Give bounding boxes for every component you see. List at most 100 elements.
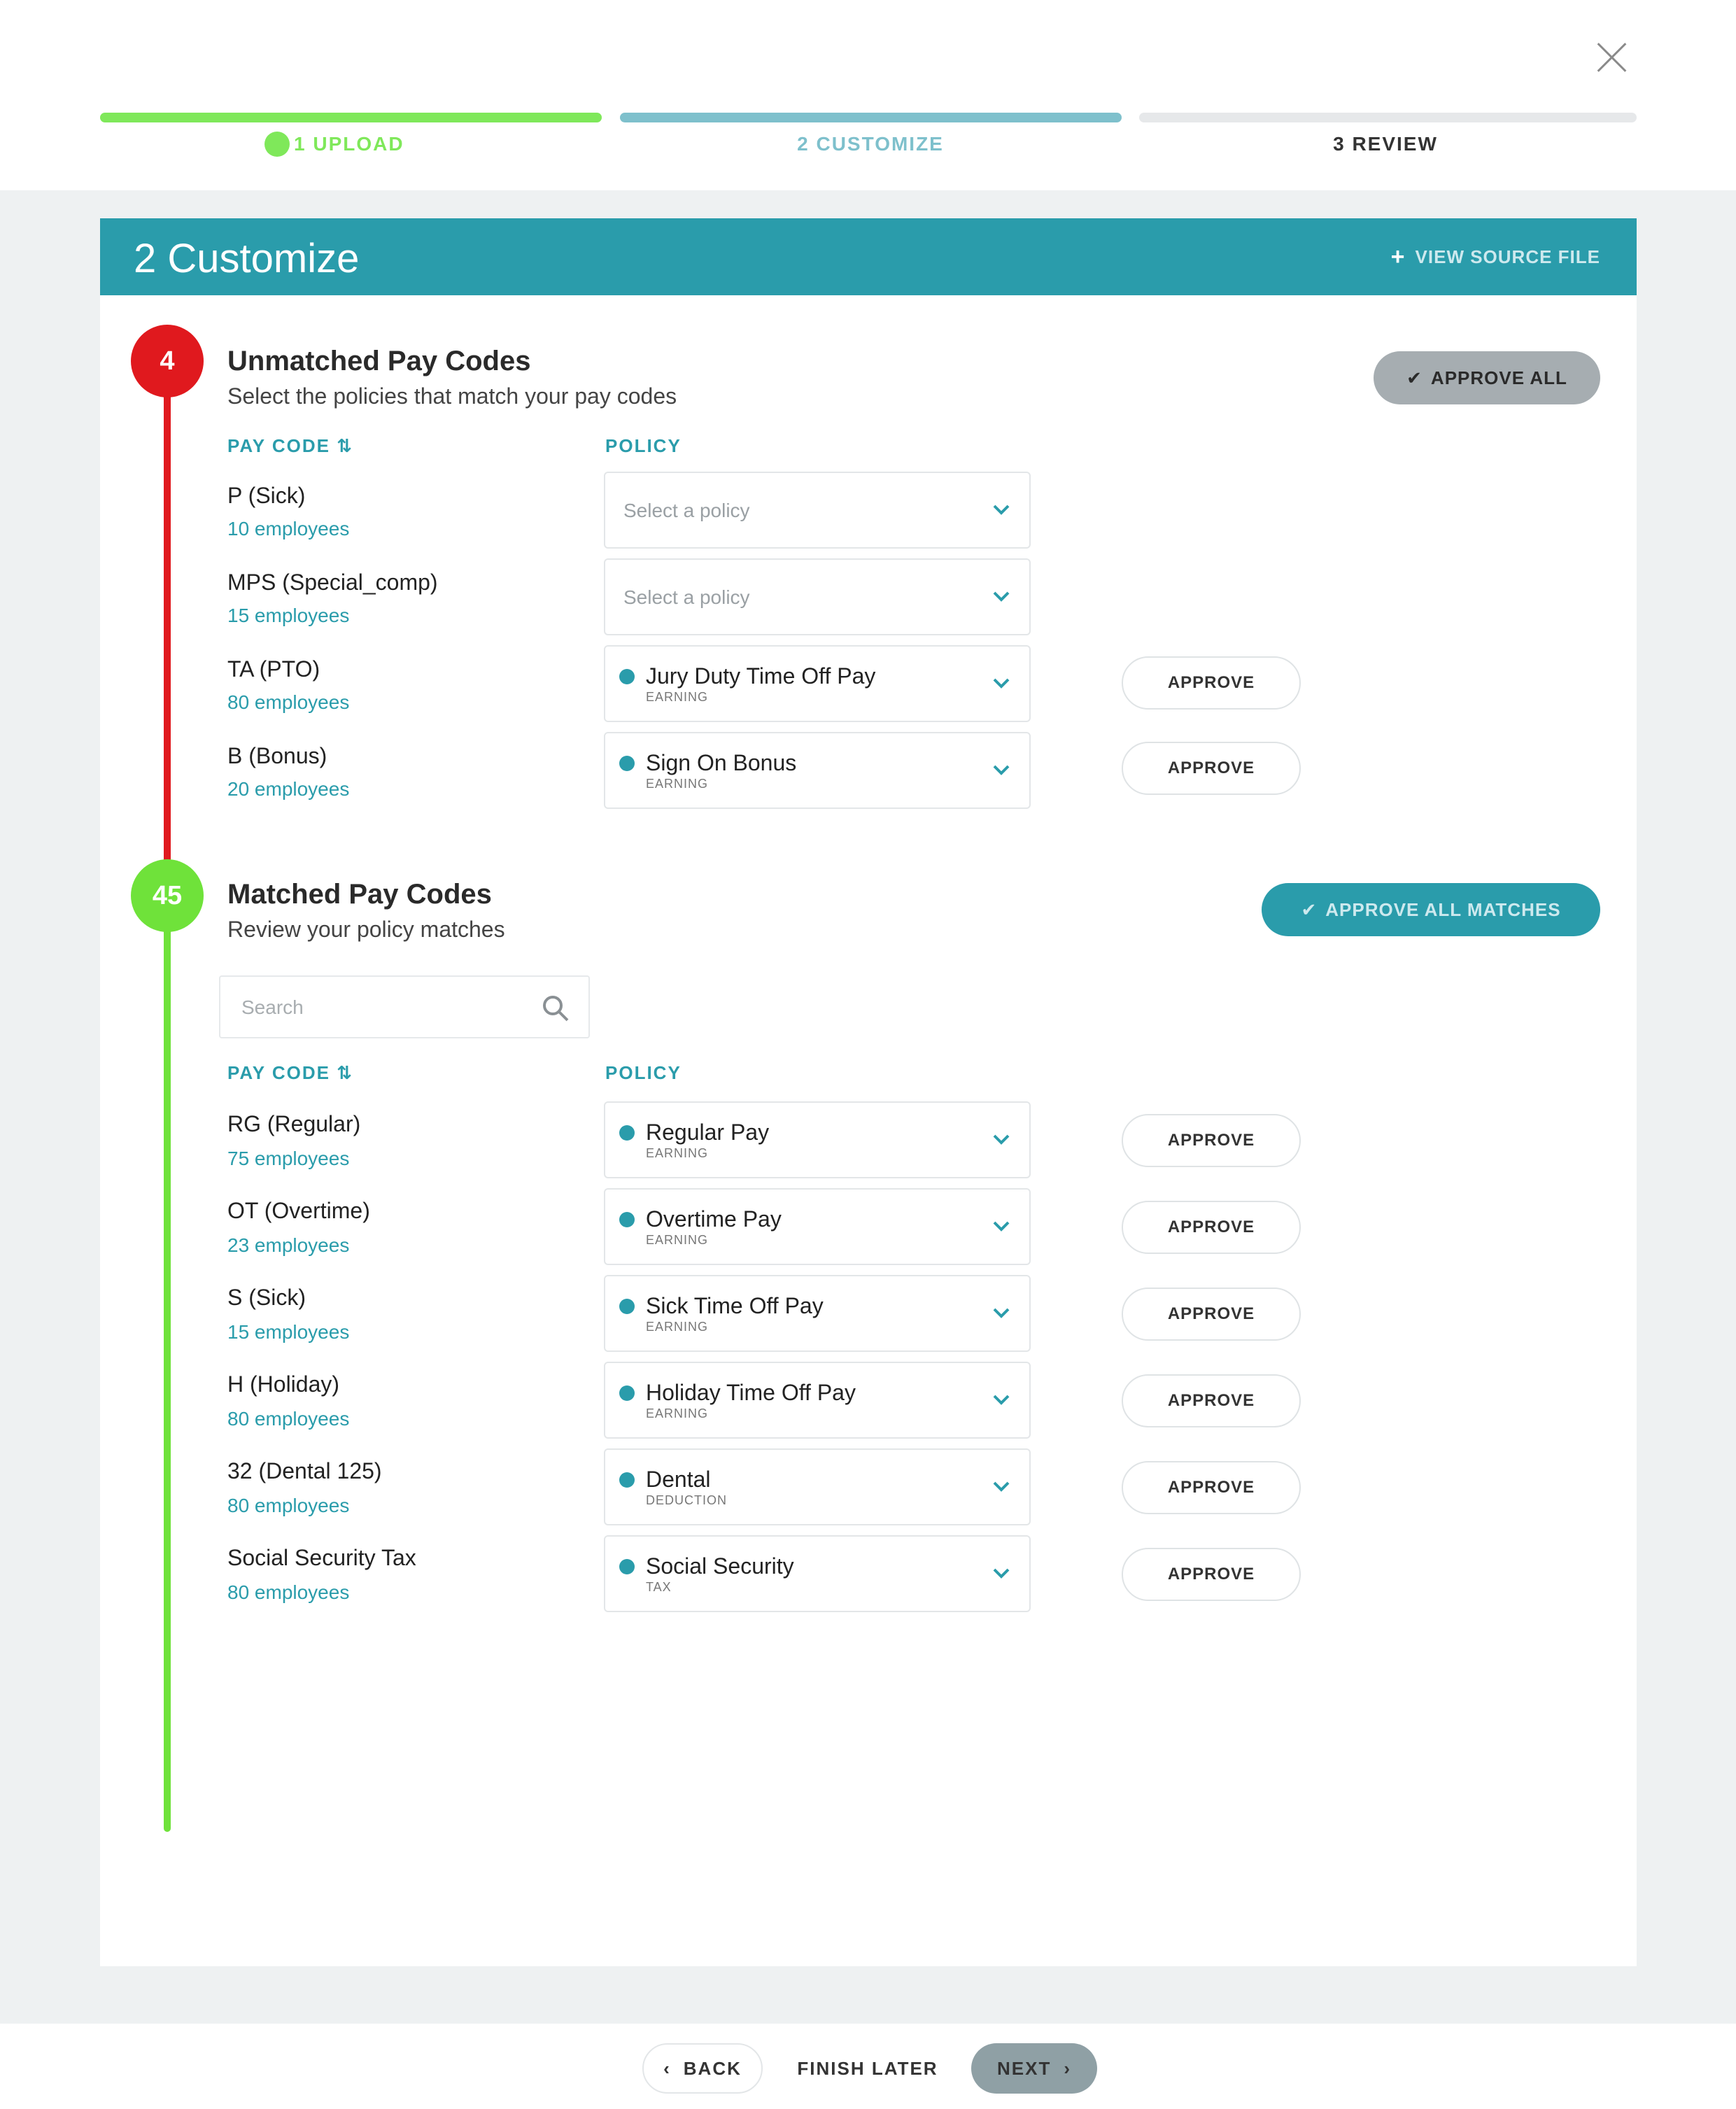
policy-select[interactable]: Social Security TAX [604,1535,1031,1612]
approve-button[interactable]: APPROVE [1122,1288,1301,1341]
pay-code-name: P (Sick) [227,483,306,508]
policy-select[interactable]: Regular Pay EARNING [604,1101,1031,1178]
pay-code-employees-link[interactable]: 80 employees [227,691,349,714]
step-1-progress-bar [100,113,602,122]
pay-code-employees-link[interactable]: 20 employees [227,778,349,800]
search-icon[interactable] [539,992,572,1024]
policy-select[interactable]: Sick Time Off Pay EARNING [604,1275,1031,1352]
step-2-progress-bar [620,113,1122,122]
pay-code-name: TA (PTO) [227,656,320,682]
chevron-down-icon [993,1221,1010,1232]
matched-pay-code-column-header[interactable]: PAY CODE ⇅ [227,1062,353,1084]
chevron-right-icon: › [1064,2057,1071,2079]
policy-name: Social Security [646,1553,794,1579]
unmatched-policy-column-header: POLICY [605,435,682,456]
policy-type: EARNING [646,777,709,791]
matched-timeline [164,893,171,1832]
policy-select-placeholder: Select a policy [623,586,750,608]
approve-button[interactable]: APPROVE [1122,1201,1301,1254]
policy-type: EARNING [646,1406,709,1420]
pay-code-employees-link[interactable]: 75 employees [227,1148,349,1170]
pay-code-name: S (Sick) [227,1285,306,1310]
pay-code-name: 32 (Dental 125) [227,1458,382,1483]
policy-type: EARNING [646,1320,709,1334]
unmatched-pay-code-column-header[interactable]: PAY CODE ⇅ [227,435,353,457]
policy-select[interactable]: Select a policy [604,472,1031,549]
policy-name: Sick Time Off Pay [646,1293,824,1318]
checkmark-icon: ✔ [1406,367,1423,388]
step-3-progress-bar [1139,113,1637,122]
back-button[interactable]: ‹ BACK [642,2043,763,2094]
approve-button[interactable]: APPROVE [1122,1548,1301,1601]
pay-code-employees-link[interactable]: 80 employees [227,1495,349,1517]
policy-select[interactable]: Jury Duty Time Off Pay EARNING [604,645,1031,722]
policy-name: Sign On Bonus [646,750,797,775]
pay-code-name: OT (Overtime) [227,1198,370,1223]
pay-code-employees-link[interactable]: 10 employees [227,518,349,540]
search-field[interactable] [219,975,590,1038]
close-icon[interactable] [1594,39,1629,74]
policy-status-dot [619,756,635,771]
approve-button[interactable]: APPROVE [1122,1114,1301,1167]
view-source-file-link[interactable]: + VIEW SOURCE FILE [1391,244,1600,271]
pay-code-employees-link[interactable]: 23 employees [227,1234,349,1257]
chevron-down-icon [993,1568,1010,1579]
policy-type: EARNING [646,690,709,704]
policy-status-dot [619,669,635,684]
back-label: BACK [683,2057,742,2079]
page-title: 2 Customize [134,236,360,281]
pay-code-employees-link[interactable]: 15 employees [227,605,349,627]
policy-select[interactable]: Dental DEDUCTION [604,1448,1031,1525]
policy-name: Overtime Pay [646,1206,782,1232]
chevron-down-icon [993,1481,1010,1492]
policy-name: Holiday Time Off Pay [646,1380,856,1405]
step-2-label[interactable]: 2 CUSTOMIZE [765,133,975,158]
step-1-label[interactable]: 1 UPLOAD [294,133,434,158]
chevron-left-icon: ‹ [663,2057,671,2079]
view-source-file-label: VIEW SOURCE FILE [1415,246,1600,267]
policy-type: EARNING [646,1146,709,1160]
chevron-down-icon [993,678,1010,689]
chevron-down-icon [993,1308,1010,1318]
pay-code-employees-link[interactable]: 80 employees [227,1408,349,1430]
matched-section-subtitle: Review your policy matches [227,917,505,942]
pay-code-employees-link[interactable]: 80 employees [227,1581,349,1604]
search-input[interactable] [241,994,521,1022]
policy-select-placeholder: Select a policy [623,500,750,521]
matched-section-title: Matched Pay Codes [227,879,492,910]
approve-all-matches-button[interactable]: ✔ APPROVE ALL MATCHES [1262,883,1600,936]
policy-select[interactable]: Overtime Pay EARNING [604,1188,1031,1265]
approve-all-label: APPROVE ALL [1430,367,1567,388]
approve-button[interactable]: APPROVE [1122,1461,1301,1514]
approve-button[interactable]: APPROVE [1122,742,1301,795]
policy-name: Regular Pay [646,1120,770,1145]
customize-card: 2 Customize + VIEW SOURCE FILE 4 Unmatch… [100,218,1637,1966]
policy-status-dot [619,1212,635,1227]
finish-later-button[interactable]: FINISH LATER [784,2043,952,2094]
unmatched-section-title: Unmatched Pay Codes [227,346,531,376]
approve-button[interactable]: APPROVE [1122,656,1301,710]
policy-select[interactable]: Sign On Bonus EARNING [604,732,1031,809]
pay-code-name: Social Security Tax [227,1545,416,1570]
matched-policy-column-header: POLICY [605,1062,682,1083]
policy-select[interactable]: Select a policy [604,558,1031,635]
policy-name: Jury Duty Time Off Pay [646,663,876,689]
card-header: 2 Customize + VIEW SOURCE FILE [100,218,1637,295]
footer-bar: ‹ BACK FINISH LATER NEXT › [0,2024,1736,2109]
policy-status-dot [619,1299,635,1314]
pay-code-name: H (Holiday) [227,1371,340,1397]
chevron-down-icon [993,505,1010,515]
chevron-down-icon [993,591,1010,602]
pay-code-employees-link[interactable]: 15 employees [227,1321,349,1343]
policy-type: TAX [646,1580,672,1594]
policy-status-dot [619,1559,635,1574]
matched-count-badge: 45 [131,859,204,932]
step-3-label[interactable]: 3 REVIEW [1301,133,1469,158]
unmatched-section-subtitle: Select the policies that match your pay … [227,383,677,409]
approve-all-button[interactable]: ✔ APPROVE ALL [1374,351,1600,404]
approve-button[interactable]: APPROVE [1122,1374,1301,1427]
chevron-down-icon [993,765,1010,775]
next-button[interactable]: NEXT › [971,2043,1097,2094]
policy-type: EARNING [646,1233,709,1247]
policy-select[interactable]: Holiday Time Off Pay EARNING [604,1362,1031,1439]
